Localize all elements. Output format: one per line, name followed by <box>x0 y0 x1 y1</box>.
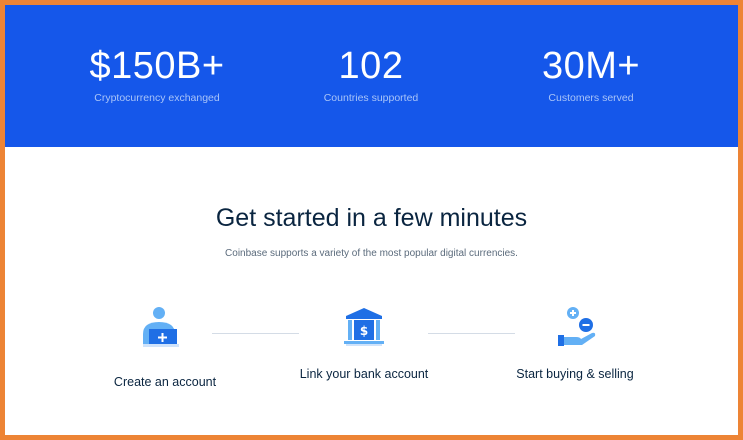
stat-value: 102 <box>338 45 404 87</box>
stats-banner: $150B+ Cryptocurrency exchanged 102 Coun… <box>5 5 738 147</box>
stat-customers-served: 30M+ Customers served <box>491 43 691 105</box>
stat-caption: Customers served <box>548 92 634 104</box>
bank-icon: $ <box>344 308 384 346</box>
stat-crypto-exchanged: $150B+ Cryptocurrency exchanged <box>57 43 257 105</box>
step-create-account: Create an account <box>113 375 217 389</box>
step-connector <box>428 333 515 334</box>
add-user-icon <box>143 307 179 347</box>
step-connector <box>212 333 299 334</box>
stat-value: 30M+ <box>541 45 641 87</box>
stat-caption: Countries supported <box>323 92 419 104</box>
stat-caption: Cryptocurrency exchanged <box>94 92 220 104</box>
get-started-heading: Get started in a few minutes <box>215 204 528 232</box>
page-frame: $150B+ Cryptocurrency exchanged 102 Coun… <box>0 0 743 440</box>
svg-text:$: $ <box>360 324 368 338</box>
step-link-bank-account: Link your bank account <box>299 367 429 381</box>
step-start-buying-selling: Start buying & selling <box>516 367 634 381</box>
stat-value: $150B+ <box>89 45 225 87</box>
stat-countries-supported: 102 Countries supported <box>271 43 471 105</box>
hand-coins-icon <box>558 307 596 346</box>
get-started-subheading: Coinbase supports a variety of the most … <box>225 248 518 259</box>
